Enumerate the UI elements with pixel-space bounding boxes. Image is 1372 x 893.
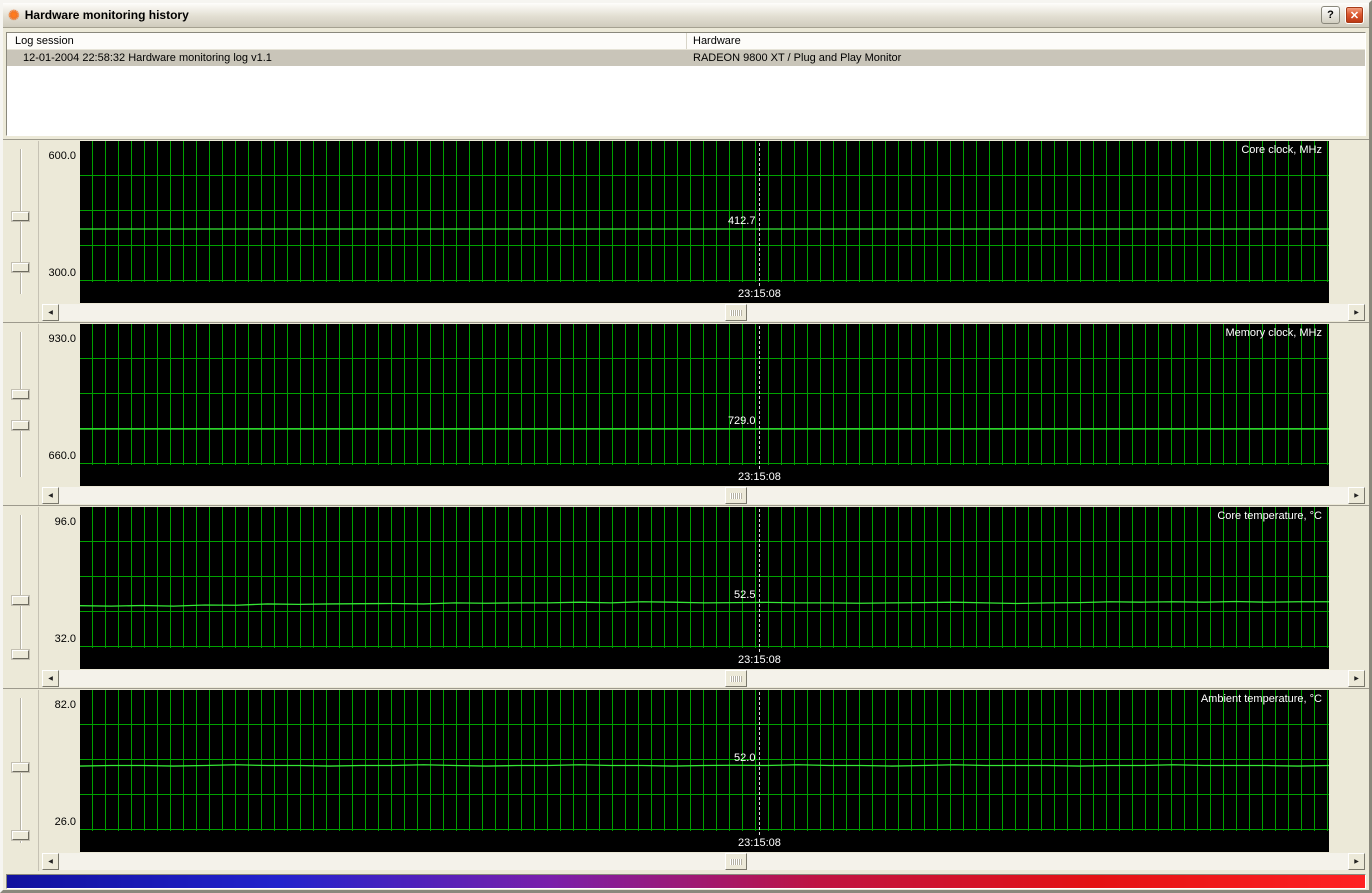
chart-plot[interactable]: Memory clock, MHz 729.0 23:15:08	[80, 324, 1329, 486]
column-header-log-session[interactable]: Log session	[7, 33, 687, 49]
cursor-time: 23:15:08	[738, 288, 781, 300]
cursor-value: 52.5	[734, 589, 756, 601]
log-session-row[interactable]: 12-01-2004 22:58:32 Hardware monitoring …	[7, 50, 1365, 66]
cursor-line	[759, 143, 761, 286]
slider-track	[20, 515, 22, 660]
chart-group-core-temperature: 96.0 32.0 Core temperature, °C 52.5 23:1…	[3, 505, 1369, 688]
y-axis-labels: 930.0 660.0	[39, 324, 80, 486]
slider-thumb-upper[interactable]	[12, 212, 29, 221]
help-button[interactable]: ?	[1321, 6, 1340, 24]
app-icon: ✺	[8, 7, 20, 23]
cursor-time: 23:15:08	[738, 471, 781, 483]
time-scrollbar[interactable]: ◀ ▶	[42, 853, 1365, 870]
scrollbar-thumb[interactable]	[724, 853, 747, 870]
hardware-cell[interactable]: RADEON 9800 XT / Plug and Play Monitor	[687, 50, 1365, 66]
log-session-cell[interactable]: 12-01-2004 22:58:32 Hardware monitoring …	[7, 50, 687, 66]
data-trace	[80, 324, 1329, 465]
data-trace	[80, 690, 1329, 831]
scroll-left-button[interactable]: ◀	[42, 487, 59, 504]
charts-area: 600.0 300.0 Core clock, MHz 412.7 23:15:…	[3, 139, 1369, 871]
range-slider[interactable]	[3, 690, 39, 871]
scrollbar-track[interactable]	[59, 853, 1348, 870]
range-slider[interactable]	[3, 324, 39, 505]
right-margin	[1329, 690, 1369, 852]
right-margin	[1329, 141, 1369, 303]
scrollbar-track[interactable]	[59, 304, 1348, 321]
hardware-monitoring-window: ✺ Hardware monitoring history ? ✕ Log se…	[0, 0, 1372, 893]
cursor-time: 23:15:08	[738, 654, 781, 666]
list-header[interactable]: Log session Hardware	[7, 33, 1365, 50]
scroll-left-button[interactable]: ◀	[42, 304, 59, 321]
chart-group-memory-clock: 930.0 660.0 Memory clock, MHz 729.0 23:1…	[3, 322, 1369, 505]
chart-title: Core temperature, °C	[1217, 510, 1322, 522]
y-max-label: 930.0	[48, 333, 76, 345]
y-min-label: 300.0	[48, 267, 76, 279]
cursor-line	[759, 326, 761, 469]
slider-thumb-lower[interactable]	[12, 421, 29, 430]
cursor-time: 23:15:08	[738, 837, 781, 849]
slider-thumb-lower[interactable]	[12, 263, 29, 272]
chart-title: Ambient temperature, °C	[1200, 693, 1322, 705]
slider-thumb-upper[interactable]	[12, 390, 29, 399]
chart-plot[interactable]: Core temperature, °C 52.5 23:15:08	[80, 507, 1329, 669]
chart-title: Core clock, MHz	[1241, 144, 1322, 156]
scrollbar-thumb[interactable]	[724, 487, 747, 504]
chart-group-core-clock: 600.0 300.0 Core clock, MHz 412.7 23:15:…	[3, 139, 1369, 322]
scrollbar-thumb[interactable]	[724, 304, 747, 321]
slider-thumb-upper[interactable]	[12, 763, 29, 772]
y-max-label: 600.0	[48, 150, 76, 162]
data-trace	[80, 141, 1329, 282]
chart-grid	[80, 507, 1329, 648]
cursor-line	[759, 692, 761, 835]
scroll-right-button[interactable]: ▶	[1348, 853, 1365, 870]
cursor-value: 729.0	[727, 415, 756, 427]
chart-plot[interactable]: Core clock, MHz 412.7 23:15:08	[80, 141, 1329, 303]
y-axis-labels: 600.0 300.0	[39, 141, 80, 303]
scrollbar-track[interactable]	[59, 670, 1348, 687]
y-axis-labels: 96.0 32.0	[39, 507, 80, 669]
y-min-label: 660.0	[48, 450, 76, 462]
scroll-left-button[interactable]: ◀	[42, 853, 59, 870]
cursor-line	[759, 509, 761, 652]
cursor-value: 52.0	[734, 752, 756, 764]
close-button[interactable]: ✕	[1345, 6, 1364, 24]
y-axis-labels: 82.0 26.0	[39, 690, 80, 852]
chart-grid	[80, 141, 1329, 282]
scrollbar-thumb[interactable]	[724, 670, 747, 687]
log-session-list[interactable]: Log session Hardware 12-01-2004 22:58:32…	[6, 32, 1366, 136]
scroll-right-button[interactable]: ▶	[1348, 670, 1365, 687]
level-gradient-bar	[6, 874, 1366, 889]
chart-title: Memory clock, MHz	[1225, 327, 1322, 339]
y-max-label: 82.0	[54, 699, 76, 711]
right-margin	[1329, 507, 1369, 669]
slider-thumb-lower[interactable]	[12, 650, 29, 659]
time-scrollbar[interactable]: ◀ ▶	[42, 670, 1365, 687]
slider-thumb-upper[interactable]	[12, 596, 29, 605]
scroll-left-button[interactable]: ◀	[42, 670, 59, 687]
window-title: Hardware monitoring history	[24, 8, 189, 22]
slider-thumb-lower[interactable]	[12, 831, 29, 840]
cursor-value: 412.7	[727, 215, 756, 227]
data-trace	[80, 507, 1329, 648]
range-slider[interactable]	[3, 507, 39, 688]
chart-group-ambient-temperature: 82.0 26.0 Ambient temperature, °C 52.0 2…	[3, 688, 1369, 871]
y-min-label: 32.0	[54, 633, 76, 645]
slider-track	[20, 332, 22, 477]
slider-track	[20, 149, 22, 294]
scroll-right-button[interactable]: ▶	[1348, 304, 1365, 321]
right-margin	[1329, 324, 1369, 486]
range-slider[interactable]	[3, 141, 39, 322]
chart-grid	[80, 324, 1329, 465]
time-scrollbar[interactable]: ◀ ▶	[42, 304, 1365, 321]
scroll-right-button[interactable]: ▶	[1348, 487, 1365, 504]
chart-plot[interactable]: Ambient temperature, °C 52.0 23:15:08	[80, 690, 1329, 852]
chart-grid	[80, 690, 1329, 831]
y-max-label: 96.0	[54, 516, 76, 528]
scrollbar-track[interactable]	[59, 487, 1348, 504]
y-min-label: 26.0	[54, 816, 76, 828]
column-header-hardware[interactable]: Hardware	[687, 33, 1365, 49]
time-scrollbar[interactable]: ◀ ▶	[42, 487, 1365, 504]
title-bar[interactable]: ✺ Hardware monitoring history ? ✕	[3, 3, 1369, 28]
